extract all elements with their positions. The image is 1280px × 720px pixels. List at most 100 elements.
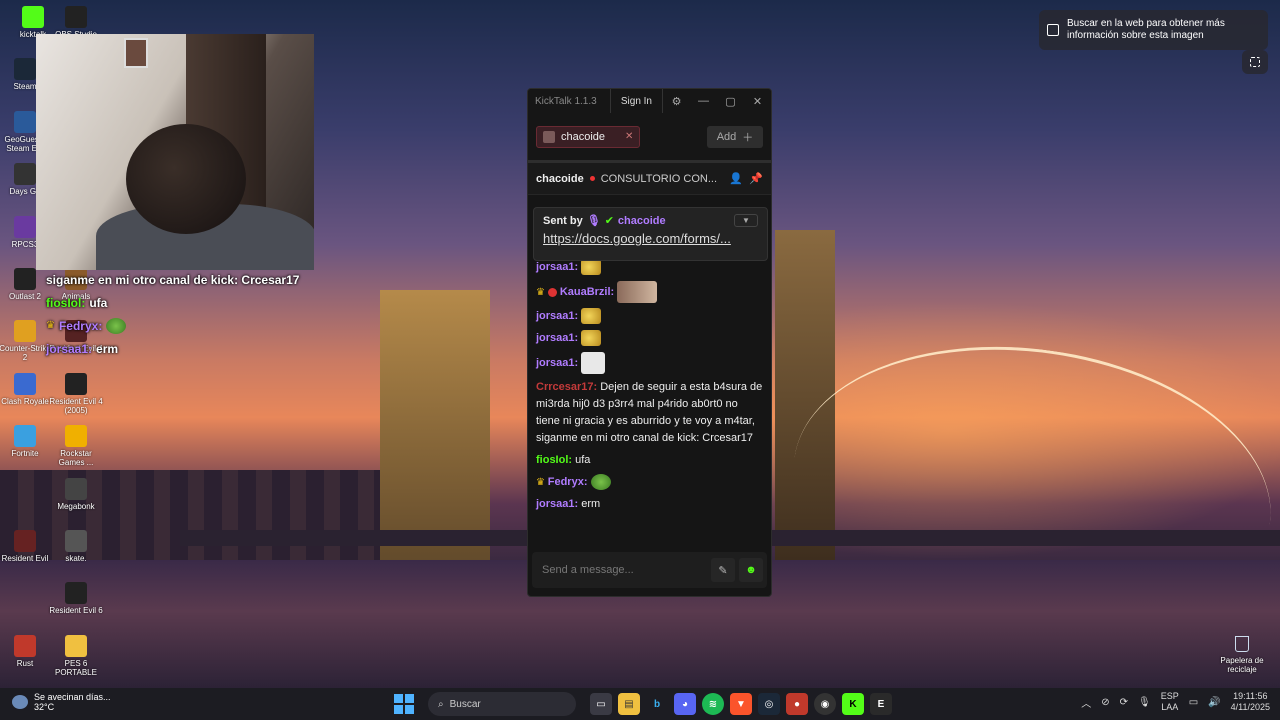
steam-icon[interactable]: ◎ bbox=[758, 693, 780, 715]
lang-code: ESP bbox=[1160, 691, 1179, 701]
spotify-icon[interactable]: ≋ bbox=[702, 693, 724, 715]
wallpaper-tower-right bbox=[775, 230, 835, 560]
chat-username[interactable]: jorsaa1: bbox=[536, 357, 578, 369]
sync-icon[interactable]: ⟳ bbox=[1120, 697, 1128, 708]
crown-icon: ♛ bbox=[536, 286, 548, 298]
lens-search-banner[interactable]: Buscar en la web para obtener más inform… bbox=[1039, 10, 1268, 50]
overlay-line: jorsaa1: erm bbox=[46, 337, 326, 360]
re4-2005-icon bbox=[65, 373, 87, 395]
overlay-username: fiosIol: bbox=[46, 295, 86, 310]
chevron-up-icon[interactable]: ︿ bbox=[1081, 695, 1091, 710]
desktop-icon-label: Fortnite bbox=[11, 449, 39, 458]
re6-icon bbox=[65, 582, 87, 604]
rust-icon bbox=[14, 635, 36, 657]
chat-message[interactable]: Crrcesar17: Dejen de seguir a esta b4sur… bbox=[536, 379, 763, 447]
desktop-icon[interactable]: Rockstar Games ... bbox=[48, 425, 104, 467]
search-icon: ⌕ bbox=[438, 698, 444, 710]
desktop-icon[interactable]: Rust bbox=[0, 635, 53, 668]
overlay-username: jorsaa1: bbox=[46, 341, 93, 356]
display-icon[interactable]: ▭ bbox=[1189, 697, 1198, 708]
settings-gear-icon[interactable]: ⚙ bbox=[663, 89, 690, 113]
obs-icon[interactable]: ◉ bbox=[814, 693, 836, 715]
desktop-icon[interactable]: Megabonk bbox=[48, 478, 104, 511]
chat-username[interactable]: jorsaa1: bbox=[536, 261, 578, 273]
image-search-icon bbox=[1047, 24, 1059, 36]
maximize-icon[interactable]: ▢ bbox=[717, 89, 744, 113]
sign-in-button[interactable]: Sign In bbox=[609, 89, 663, 113]
discord-icon[interactable]: ◕ bbox=[674, 693, 696, 715]
chat-username[interactable]: jorsaa1: bbox=[536, 498, 578, 510]
channel-avatar-icon bbox=[543, 130, 555, 143]
chat-message[interactable]: fiosIol: ufa bbox=[536, 452, 763, 469]
chat-username[interactable]: KauaBrzil: bbox=[560, 286, 614, 298]
desktop-icon-label: skate. bbox=[65, 554, 87, 563]
cs2-icon bbox=[14, 320, 36, 342]
lens-capture-button[interactable] bbox=[1242, 50, 1268, 74]
clock[interactable]: 19:11:56 4/11/2025 bbox=[1231, 691, 1270, 713]
taskbar-search[interactable]: ⌕ Buscar bbox=[428, 692, 576, 716]
chat-username[interactable]: jorsaa1: bbox=[536, 310, 578, 322]
close-icon[interactable]: ✕ bbox=[744, 89, 771, 113]
epic-games-icon[interactable]: E bbox=[870, 693, 892, 715]
chat-messages[interactable]: jorsaa1: ♛ KauaBrzil: jorsaa1: jorsaa1: … bbox=[528, 255, 771, 546]
overlay-line: fiosIol: ufa bbox=[46, 291, 326, 314]
translate-icon[interactable]: ✎ bbox=[711, 558, 735, 582]
message-input[interactable] bbox=[542, 564, 711, 576]
windows-start-icon[interactable] bbox=[394, 694, 414, 714]
bing-icon[interactable]: b bbox=[646, 693, 668, 715]
desktop-icon[interactable]: Resident Evil bbox=[0, 530, 53, 563]
re-icon bbox=[14, 530, 36, 552]
recycle-bin[interactable]: Papelera de reciclaje bbox=[1214, 636, 1270, 674]
chat-username[interactable]: Crrcesar17: bbox=[536, 381, 597, 393]
add-channel-button[interactable]: Add ＋ bbox=[707, 125, 763, 148]
channel-name: chacoide bbox=[536, 172, 584, 185]
pin-icon[interactable]: 📌 bbox=[749, 172, 763, 185]
chat-message[interactable]: ♛ KauaBrzil: bbox=[536, 281, 763, 303]
channel-tabs: chacoide ✕ Add ＋ bbox=[528, 113, 771, 163]
kicktalk-titlebar[interactable]: KickTalk 1.1.3 Sign In ⚙ — ▢ ✕ bbox=[528, 89, 771, 113]
weather-widget[interactable]: Se avecinan días... 32°C bbox=[12, 692, 111, 712]
chat-message[interactable]: jorsaa1: bbox=[536, 330, 763, 347]
task-view-icon[interactable]: ▭ bbox=[590, 693, 612, 715]
app-version: KickTalk 1.1.3 bbox=[535, 95, 597, 107]
desktop-icon[interactable]: Clash Royale bbox=[0, 373, 53, 406]
minimize-icon[interactable]: — bbox=[690, 89, 717, 113]
brave-icon[interactable]: ▼ bbox=[730, 693, 752, 715]
desktop-icon[interactable]: Resident Evil 4 (2005) bbox=[48, 373, 104, 415]
rpcs3-icon bbox=[14, 216, 36, 238]
chat-message[interactable]: ♛ Fedryx: bbox=[536, 474, 763, 491]
chevron-down-icon[interactable]: ▼ bbox=[734, 214, 758, 227]
tab-chacoide[interactable]: chacoide ✕ bbox=[536, 125, 641, 148]
user-icon[interactable]: 👤 bbox=[729, 172, 743, 185]
language-indicator[interactable]: ESP LAA bbox=[1161, 691, 1179, 713]
network-off-icon[interactable]: ⊘ bbox=[1101, 697, 1109, 708]
microphone-icon[interactable]: 🎙 bbox=[1138, 697, 1151, 708]
pinned-message: Sent by 🎙 ✔ chacoide ▼ https://docs.goog… bbox=[533, 207, 768, 261]
desktop-icon-label: Rockstar Games ... bbox=[58, 449, 94, 467]
file-explorer-icon[interactable]: ▤ bbox=[618, 693, 640, 715]
desktop-icon[interactable]: skate. bbox=[48, 530, 104, 563]
overlay-username: Fedryx: bbox=[58, 318, 103, 333]
tab-close-icon[interactable]: ✕ bbox=[625, 131, 633, 142]
desktop-icon[interactable]: PES 6 PORTABLE bbox=[48, 635, 104, 677]
desktop-icon[interactable]: Fortnite bbox=[0, 425, 53, 458]
chat-username[interactable]: fiosIol: bbox=[536, 454, 572, 466]
live-indicator-icon bbox=[589, 176, 595, 181]
clash-icon bbox=[14, 373, 36, 395]
chat-message[interactable]: jorsaa1: bbox=[536, 259, 763, 276]
desktop-icon[interactable]: Resident Evil 6 bbox=[48, 582, 104, 615]
volume-icon[interactable]: 🔊 bbox=[1208, 697, 1220, 708]
chat-text: erm bbox=[581, 498, 601, 510]
chat-message[interactable]: jorsaa1: erm bbox=[536, 496, 763, 513]
chat-username[interactable]: jorsaa1: bbox=[536, 332, 578, 344]
emote-picker-icon[interactable]: ☻ bbox=[739, 558, 763, 582]
geoguessr-icon bbox=[14, 111, 36, 133]
chat-username[interactable]: Fedryx: bbox=[548, 476, 588, 488]
recording-app-icon[interactable]: ● bbox=[786, 693, 808, 715]
pinned-header: Sent by 🎙 ✔ chacoide ▼ bbox=[543, 214, 758, 227]
kicktalk-icon[interactable]: K bbox=[842, 693, 864, 715]
chat-message[interactable]: jorsaa1: bbox=[536, 352, 763, 374]
pinned-link[interactable]: https://docs.google.com/forms/... bbox=[543, 231, 758, 246]
chat-message[interactable]: jorsaa1: bbox=[536, 308, 763, 325]
weather-text: Se avecinan días... bbox=[34, 692, 111, 702]
